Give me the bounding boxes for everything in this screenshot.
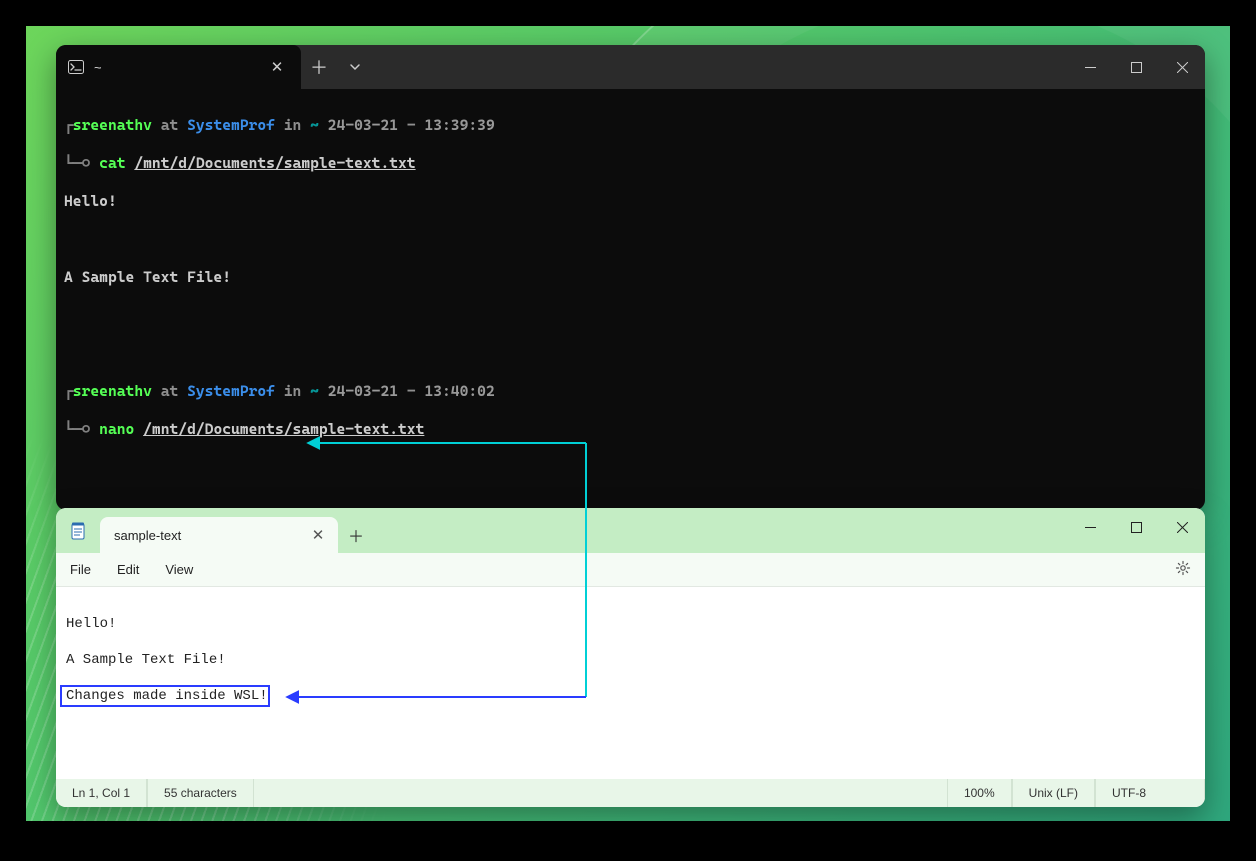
notepad-line: Changes made inside WSL! — [66, 688, 268, 704]
status-char-count: 55 characters — [147, 779, 254, 807]
terminal-tab-close-button[interactable]: ✕ — [263, 58, 291, 76]
notepad-new-tab-button[interactable]: ＋ — [338, 517, 374, 553]
menu-file[interactable]: File — [70, 562, 91, 577]
menu-view[interactable]: View — [165, 562, 193, 577]
status-encoding: UTF-8 — [1095, 779, 1205, 807]
notepad-text-area[interactable]: Hello! A Sample Text File! Changes made … — [56, 587, 1205, 779]
terminal-title-bar[interactable]: ~ ✕ ＋ — [56, 45, 1205, 89]
terminal-tab-title: ~ — [94, 60, 253, 75]
notepad-line: Hello! — [66, 616, 116, 632]
notepad-tab-close-button[interactable]: ✕ — [308, 526, 328, 544]
terminal-output[interactable]: ┌sreenathv at SystemProf in ~ 24-03-21 -… — [56, 89, 1205, 510]
notepad-minimize-button[interactable] — [1067, 508, 1113, 546]
notepad-maximize-button[interactable] — [1113, 508, 1159, 546]
menu-edit[interactable]: Edit — [117, 562, 139, 577]
terminal-output-line: Hello! — [56, 192, 1205, 211]
terminal-dropdown-button[interactable] — [337, 45, 373, 89]
status-zoom[interactable]: 100% — [947, 779, 1012, 807]
notepad-tab[interactable]: sample-text ✕ — [100, 517, 338, 553]
notepad-title-bar[interactable]: sample-text ✕ ＋ — [56, 508, 1205, 553]
settings-gear-icon[interactable] — [1175, 560, 1191, 579]
status-line-ending: Unix (LF) — [1012, 779, 1095, 807]
close-button[interactable] — [1159, 45, 1205, 89]
terminal-new-tab-button[interactable]: ＋ — [301, 45, 337, 89]
terminal-app-icon — [68, 59, 84, 75]
maximize-button[interactable] — [1113, 45, 1159, 89]
terminal-tab[interactable]: ~ ✕ — [56, 45, 301, 89]
notepad-menu-bar: File Edit View — [56, 553, 1205, 587]
terminal-window: ~ ✕ ＋ ┌sreenathv at SystemProf in ~ 24-0… — [56, 45, 1205, 510]
terminal-output-line: A Sample Text File! — [56, 268, 1205, 287]
minimize-button[interactable] — [1067, 45, 1113, 89]
notepad-window: sample-text ✕ ＋ File Edit View Hello! A … — [56, 508, 1205, 807]
notepad-status-bar: Ln 1, Col 1 55 characters 100% Unix (LF)… — [56, 779, 1205, 807]
notepad-close-button[interactable] — [1159, 508, 1205, 546]
notepad-tab-title: sample-text — [114, 528, 298, 543]
status-position: Ln 1, Col 1 — [56, 779, 147, 807]
notepad-line: A Sample Text File! — [66, 652, 226, 668]
notepad-app-icon — [64, 513, 92, 549]
